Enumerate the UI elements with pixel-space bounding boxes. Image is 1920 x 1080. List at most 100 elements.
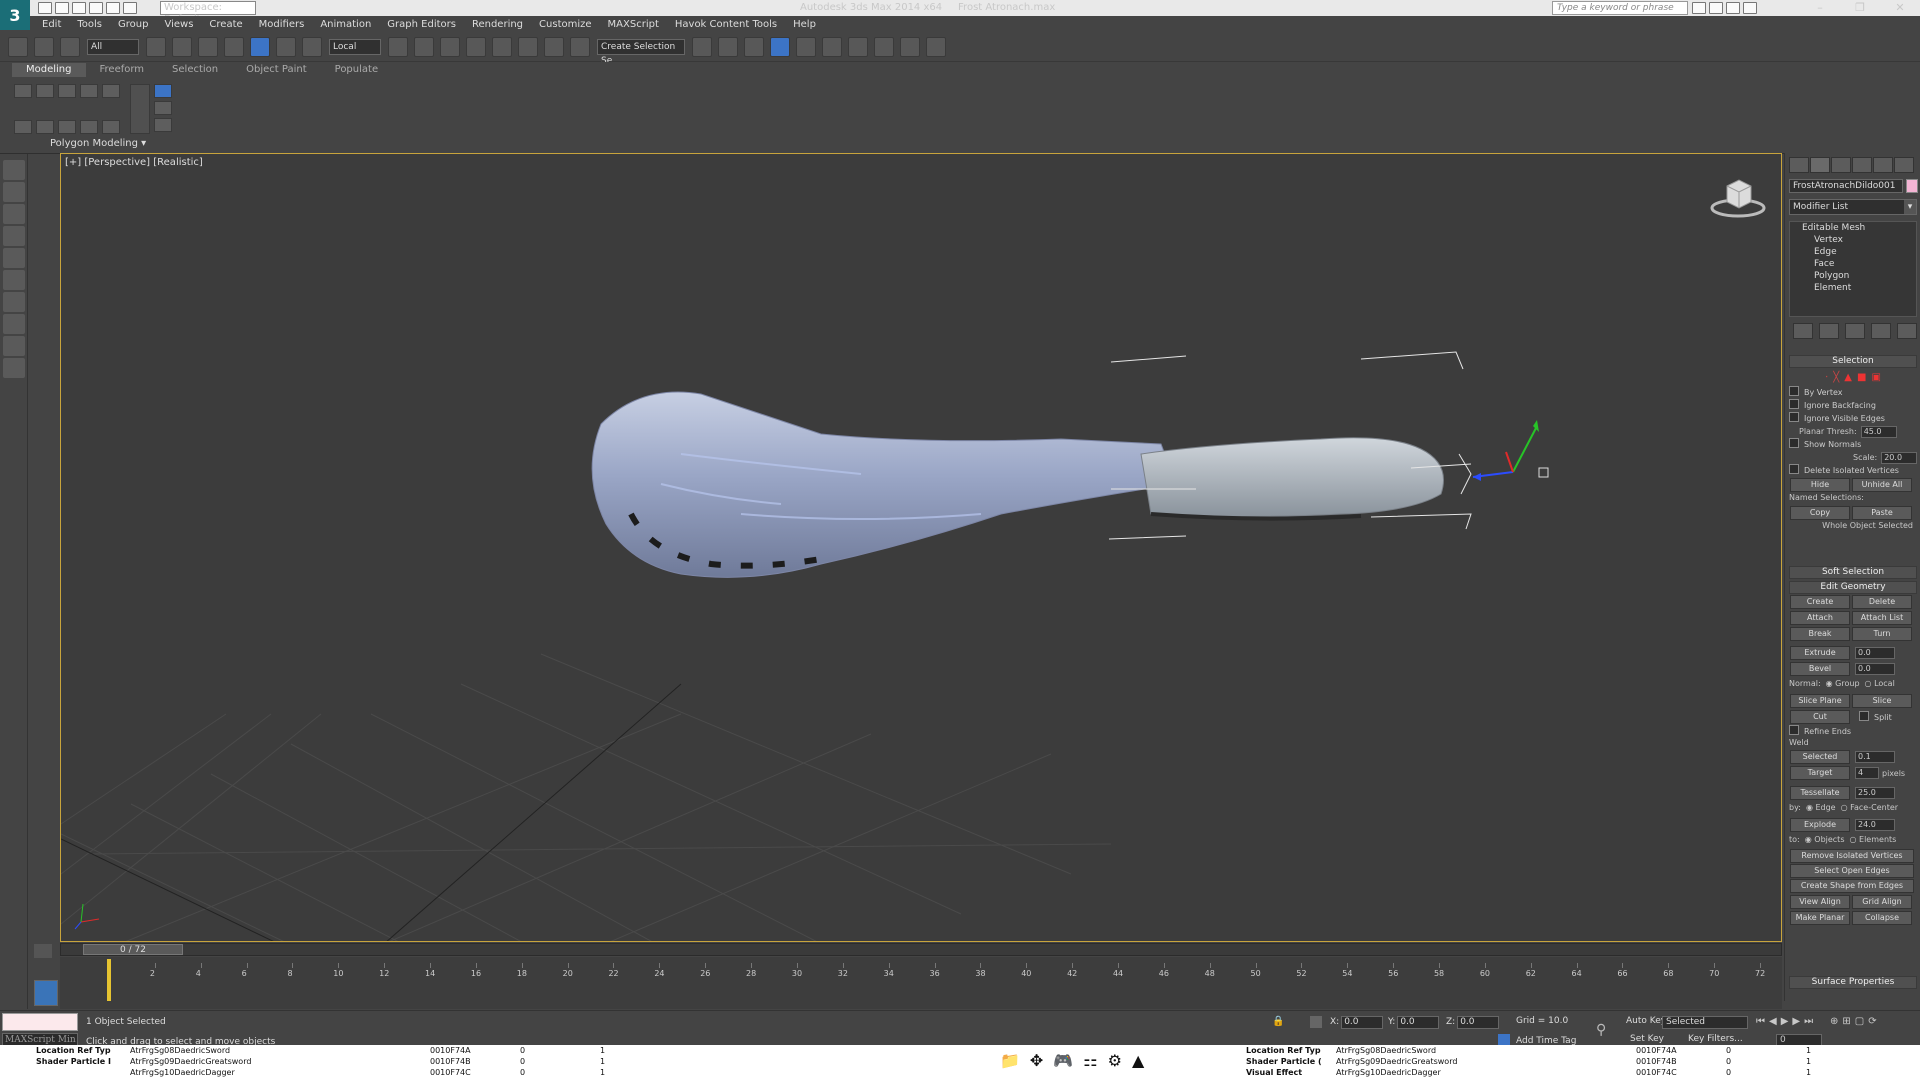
time-slider-thumb[interactable]: 0 / 72 [83, 944, 183, 955]
edit-named-selection-icon[interactable] [570, 36, 590, 57]
menu-item-animation[interactable]: Animation [320, 19, 371, 30]
help-icon[interactable] [1743, 2, 1757, 14]
menu-item-views[interactable]: Views [164, 19, 193, 30]
mirror-icon[interactable] [692, 36, 712, 57]
stack-item-edge[interactable]: Edge [1790, 246, 1916, 258]
extrude-button[interactable]: Extrude [1790, 646, 1850, 660]
menu-item-maxscript[interactable]: MAXScript [608, 19, 659, 30]
star-icon[interactable] [1726, 2, 1740, 14]
show-end-result-icon[interactable] [1819, 323, 1839, 339]
move-tool-icon[interactable]: ✥ [1030, 1051, 1043, 1070]
ribbon-preview-sub-icon[interactable] [36, 120, 54, 134]
create-button[interactable]: Create [1790, 595, 1850, 609]
key-filters-button[interactable]: Key Filters... [1688, 1034, 1743, 1044]
element-mode-icon[interactable]: ▣ [1871, 372, 1880, 383]
utilities-tab-icon[interactable] [1894, 157, 1914, 173]
new-file-icon[interactable] [38, 2, 52, 14]
keyboard-shortcut-override-icon[interactable] [440, 36, 460, 57]
weld-selected-button[interactable]: Selected [1790, 750, 1850, 764]
delete-isolated-vertices-checkbox[interactable]: Delete Isolated Vertices [1789, 464, 1917, 477]
ribbon-pin-icon[interactable] [154, 118, 172, 132]
refine-ends-checkbox[interactable]: Refine Ends [1789, 725, 1917, 738]
go-to-end-icon[interactable]: ⏭ [1804, 1016, 1813, 1027]
tessellate-spinner[interactable]: 25.0 [1855, 787, 1895, 799]
key-icon[interactable] [1709, 2, 1723, 14]
weld-threshold-spinner[interactable]: 0.1 [1855, 751, 1895, 763]
track-bar[interactable]: 2 4 6 8 10 12 14 16 18 20 22 24 26 28 30 32 34 36 38 40 42 44… [60, 957, 1782, 1009]
undo-icon[interactable] [89, 2, 103, 14]
layer-tool-icon-6[interactable] [3, 270, 25, 290]
select-object-icon[interactable] [146, 36, 166, 57]
curve-editor-icon[interactable] [796, 36, 816, 57]
layer-tool-icon-3[interactable] [3, 204, 25, 224]
stack-item-face[interactable]: Face [1790, 258, 1916, 270]
layer-tool-icon-9[interactable] [3, 336, 25, 356]
menu-item-group[interactable]: Group [118, 19, 148, 30]
cut-button[interactable]: Cut [1790, 710, 1850, 724]
make-unique-icon[interactable] [1845, 323, 1865, 339]
ribbon-preview-icon[interactable] [14, 120, 32, 134]
by-vertex-checkbox[interactable]: By Vertex [1789, 386, 1917, 399]
save-file-icon[interactable] [72, 2, 86, 14]
unlink-icon[interactable] [34, 36, 54, 57]
copy-button[interactable]: Copy [1790, 506, 1850, 520]
app-logo-button[interactable]: 3 [0, 0, 30, 30]
list-row[interactable]: AtrFrgSg10DaedricDagger 0010F74C 0 1 [130, 1067, 1010, 1078]
elements-radio[interactable]: ○ Elements [1850, 835, 1897, 844]
ribbon-edge-icon[interactable] [58, 84, 76, 98]
menu-item-customize[interactable]: Customize [539, 19, 592, 30]
modifier-list-dropdown[interactable]: Modifier List ▾ [1789, 199, 1917, 215]
list-row[interactable]: AtrFrgSg09DaedricGreatsword 0010F74B 0 1 [130, 1056, 1010, 1067]
view-align-button[interactable]: View Align [1790, 895, 1850, 909]
snaps-toggle-icon[interactable] [466, 36, 486, 57]
render-setup-icon[interactable] [874, 36, 894, 57]
ignore-visible-edges-checkbox[interactable]: Ignore Visible Edges [1789, 412, 1917, 425]
display-tab-icon[interactable] [1873, 157, 1893, 173]
ribbon-border-icon[interactable] [80, 84, 98, 98]
ribbon-tab-modeling[interactable]: Modeling [12, 63, 86, 77]
rectangular-selection-icon[interactable] [198, 36, 218, 57]
surface-properties-rollout-title[interactable]: Surface Properties [1789, 976, 1917, 989]
hierarchy-tab-icon[interactable] [1831, 157, 1851, 173]
percent-snap-icon[interactable] [518, 36, 538, 57]
layer-tool-icon-5[interactable] [3, 248, 25, 268]
x-coord-input[interactable]: 0.0 [1341, 1016, 1384, 1029]
hide-button[interactable]: Hide [1790, 478, 1850, 492]
schematic-view-icon[interactable] [822, 36, 842, 57]
show-normals-checkbox[interactable]: Show Normals [1789, 438, 1917, 451]
select-open-edges-button[interactable]: Select Open Edges [1790, 864, 1914, 878]
open-file-icon[interactable] [55, 2, 69, 14]
extrude-spinner[interactable]: 0.0 [1855, 647, 1895, 659]
reference-coordinate-dropdown[interactable]: Local [329, 38, 381, 55]
binoculars-icon[interactable] [1692, 2, 1706, 14]
grid-align-button[interactable]: Grid Align [1852, 895, 1912, 909]
menu-item-tools[interactable]: Tools [77, 19, 102, 30]
rendered-frame-window-icon[interactable] [900, 36, 920, 57]
list-row[interactable]: AtrFrgSg08DaedricSword 0010F74A 0 1 [130, 1045, 1010, 1056]
select-manipulate-icon[interactable] [414, 36, 434, 57]
menu-item-help[interactable]: Help [793, 19, 816, 30]
edit-geometry-rollout-title[interactable]: Edit Geometry [1789, 581, 1917, 594]
select-by-name-icon[interactable] [172, 36, 192, 57]
configure-modifier-sets-icon[interactable] [1897, 323, 1917, 339]
align-icon[interactable] [718, 36, 738, 57]
face-mode-icon[interactable]: ▲ [1844, 372, 1852, 383]
list-row[interactable]: AtrFrgSg09DaedricGreatsword 0010F74B 0 1 [1336, 1056, 1916, 1067]
collapse-button[interactable]: Collapse [1852, 911, 1912, 925]
ribbon-tab-object-paint[interactable]: Object Paint [232, 63, 321, 77]
paste-button[interactable]: Paste [1852, 506, 1912, 520]
perspective-viewport[interactable]: [+] [Perspective] [Realistic] [60, 153, 1782, 942]
explode-button[interactable]: Explode [1790, 818, 1850, 832]
zoom-all-icon[interactable]: ⊞ [1842, 1016, 1850, 1027]
explode-spinner[interactable]: 24.0 [1855, 819, 1895, 831]
select-and-rotate-icon[interactable] [276, 36, 296, 57]
layer-tool-icon-8[interactable] [3, 314, 25, 334]
modify-tab-icon[interactable] [1810, 157, 1830, 173]
y-coord-input[interactable]: 0.0 [1397, 1016, 1440, 1029]
weld-target-button[interactable]: Target [1790, 766, 1850, 780]
object-name-field[interactable]: FrostAtronachDildo001 [1789, 179, 1903, 193]
menu-item-create[interactable]: Create [209, 19, 242, 30]
pin-stack-icon[interactable] [1793, 323, 1813, 339]
slice-button[interactable]: Slice [1852, 694, 1912, 708]
break-button[interactable]: Break [1790, 627, 1850, 641]
